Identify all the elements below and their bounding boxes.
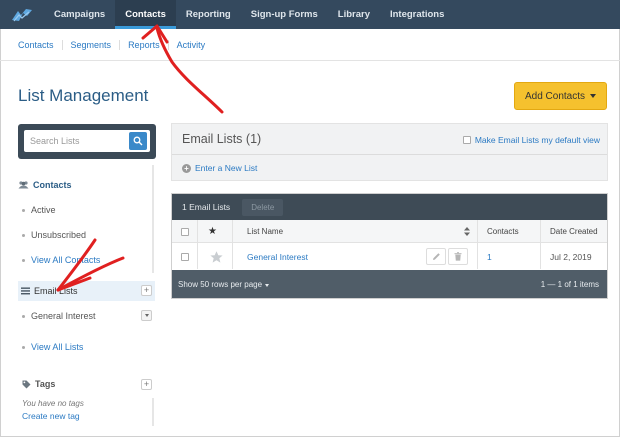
enter-new-list-link[interactable]: + Enter a New List [182, 163, 257, 173]
sidebar-link-view-all-contacts[interactable]: View All Contacts [22, 255, 100, 265]
caret-down-icon [590, 94, 597, 98]
plus-icon: + [143, 285, 150, 295]
search-lists-field [24, 130, 150, 152]
pencil-icon [432, 253, 440, 260]
search-icon [133, 136, 143, 146]
list-options-dropdown[interactable] [141, 310, 152, 321]
search-lists-box [18, 124, 156, 159]
list-icon [21, 287, 30, 295]
date-created-column-header[interactable]: Date Created [550, 220, 598, 243]
page-title: List Management [18, 86, 149, 105]
enter-new-list-label: Enter a New List [195, 163, 258, 173]
tag-icon [22, 380, 31, 388]
default-view-label: Make Email Lists my default view [474, 135, 600, 145]
sidebar-link-view-all-lists[interactable]: View All Lists [22, 342, 83, 352]
sidebar-link-active[interactable]: Active [22, 205, 56, 215]
brand-logo-icon[interactable] [0, 0, 44, 29]
tags-header-label: Tags [35, 379, 56, 389]
tags-empty-text: You have no tags [22, 399, 84, 408]
subnav-contacts[interactable]: Contacts [18, 40, 62, 50]
create-tag-link[interactable]: Create new tag [22, 411, 80, 421]
add-contacts-button[interactable]: Add Contacts [514, 82, 607, 110]
bullet-icon [22, 345, 25, 349]
row-checkbox[interactable] [181, 252, 189, 261]
row-actions [426, 243, 468, 270]
sidebar-link-label: Unsubscribed [31, 230, 87, 240]
contacts-section-header[interactable]: Contacts [18, 180, 72, 190]
add-list-button[interactable]: + [141, 285, 152, 296]
add-contacts-label: Add Contacts [524, 90, 586, 102]
rows-per-page-select[interactable]: Show 50 rows per page [178, 279, 270, 289]
sort-icon[interactable] [464, 220, 470, 243]
plus-circle-icon: + [182, 163, 191, 173]
contacts-count-link[interactable]: 1 [487, 243, 492, 270]
people-icon [18, 181, 29, 189]
bullet-icon [22, 314, 25, 318]
delete-button[interactable]: Delete [242, 198, 284, 216]
star-icon[interactable] [210, 243, 223, 270]
contacts-header-label: Contacts [33, 180, 72, 190]
subnav-activity[interactable]: Activity [167, 39, 214, 50]
table-row[interactable]: General Interest 1 Jul 2, 2019 [172, 243, 607, 270]
email-lists-table: 1 Email Lists Delete ★ List Name Contact… [171, 193, 608, 299]
sidebar-item-email-lists[interactable]: Email Lists [18, 281, 155, 301]
sidebar-link-label: View All Lists [31, 342, 84, 352]
bullet-icon [22, 233, 25, 237]
search-button[interactable] [129, 132, 147, 150]
sidebar-divider [152, 165, 154, 273]
nav-library[interactable]: Library [328, 0, 380, 29]
sub-nav: Contacts Segments Reports Activity [0, 29, 620, 61]
date-created-value: Jul 2, 2019 [550, 251, 592, 262]
pagination-info: 1 — 1 of 1 items [540, 279, 599, 289]
tags-section-header[interactable]: Tags [22, 379, 55, 389]
table-footer: Show 50 rows per page 1 — 1 of 1 items [172, 270, 607, 298]
email-lists-panel: Email Lists (1) Make Email Lists my defa… [171, 123, 608, 181]
subnav-segments[interactable]: Segments [61, 39, 120, 50]
sidebar-link-unsubscribed[interactable]: Unsubscribed [22, 230, 86, 240]
email-lists-title: Email Lists (1) [182, 132, 262, 146]
nav-signup-forms[interactable]: Sign-up Forms [241, 0, 328, 29]
edit-list-button[interactable] [426, 248, 446, 265]
list-name-link[interactable]: General Interest [247, 243, 308, 270]
default-view-toggle[interactable]: Make Email Lists my default view [462, 135, 600, 145]
bullet-icon [22, 208, 25, 212]
sidebar-link-label: Active [31, 205, 56, 215]
top-nav: Campaigns Contacts Reporting Sign-up For… [0, 0, 620, 29]
table-header: ★ List Name Contacts Date Created [172, 220, 607, 243]
delete-list-button[interactable] [448, 248, 468, 265]
sidebar-divider [152, 398, 154, 426]
row-checkbox-cell [181, 243, 189, 270]
sidebar-link-label: View All Contacts [31, 255, 101, 265]
select-all-checkbox[interactable] [181, 227, 189, 236]
sidebar-list-label: General Interest [31, 311, 96, 321]
panel-divider [172, 154, 607, 155]
table-toolbar: 1 Email Lists Delete [172, 194, 607, 220]
caret-down-icon [265, 283, 270, 287]
plus-icon: + [143, 379, 150, 389]
select-all-cell [181, 220, 189, 243]
bullet-icon [22, 258, 25, 262]
subnav-reports[interactable]: Reports [119, 39, 168, 50]
nav-contacts[interactable]: Contacts [115, 0, 176, 29]
rows-per-page-label: Show 50 rows per page [178, 279, 263, 289]
star-column-header[interactable]: ★ [208, 220, 217, 243]
caret-down-icon [144, 314, 149, 317]
selected-count: 1 Email Lists [182, 202, 231, 212]
nav-integrations[interactable]: Integrations [380, 0, 454, 29]
search-lists-input[interactable] [30, 136, 120, 146]
sidebar-list-general-interest[interactable]: General Interest [22, 311, 96, 321]
trash-icon [454, 252, 462, 261]
default-view-checkbox[interactable] [462, 136, 471, 144]
nav-reporting[interactable]: Reporting [176, 0, 241, 29]
email-lists-label: Email Lists [34, 286, 78, 296]
nav-campaigns[interactable]: Campaigns [44, 0, 115, 29]
list-name-column-header[interactable]: List Name [247, 220, 283, 243]
add-tag-button[interactable]: + [141, 379, 152, 390]
contacts-column-header[interactable]: Contacts [487, 220, 519, 243]
